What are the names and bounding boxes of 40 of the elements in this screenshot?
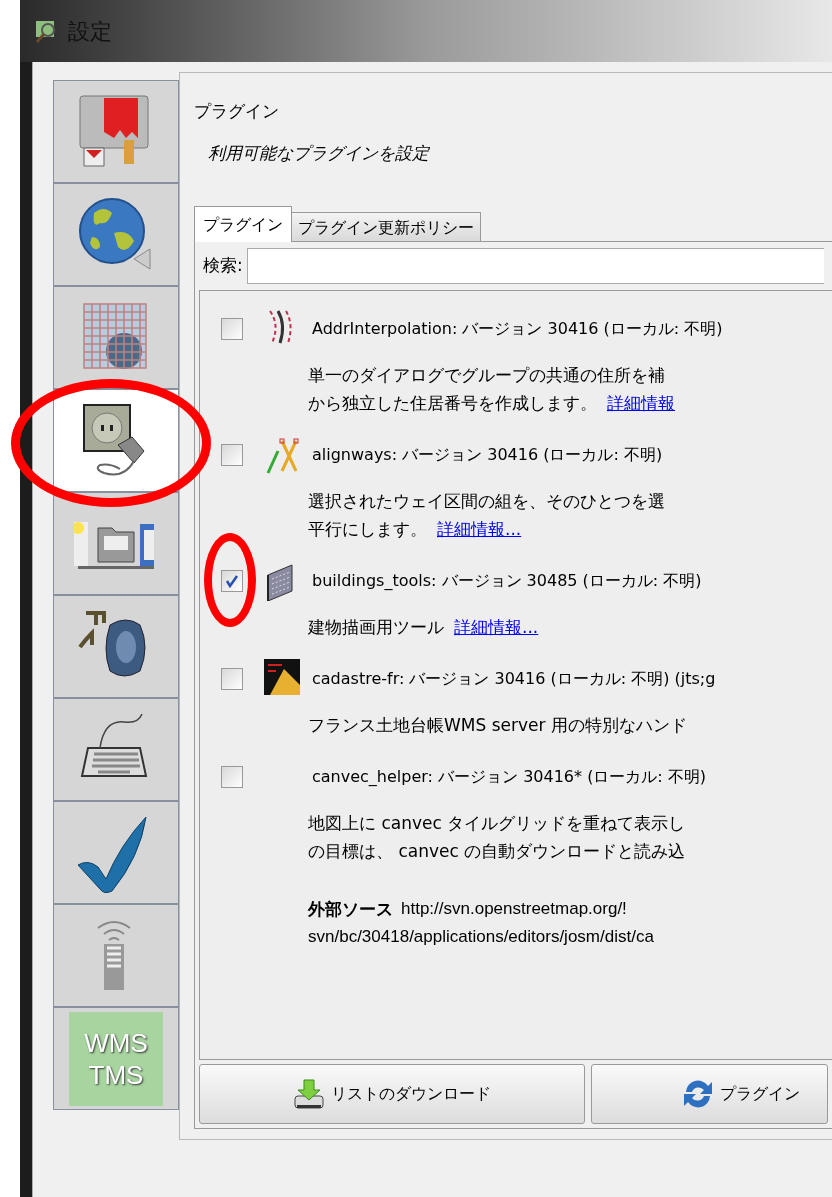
sidebar-item[interactable]	[53, 698, 179, 801]
plugin-title: buildings_tools: バージョン 30485 (ローカル: 不明)	[312, 570, 702, 592]
search-field[interactable]	[246, 248, 824, 284]
search-label: 検索:	[203, 254, 243, 278]
details-link[interactable]: 詳細情報...	[437, 515, 522, 543]
plugin-description: 建物描画用ツール	[308, 616, 444, 639]
plugin-title: cadastre-fr: バージョン 30416 (ローカル: 不明) (jts;g	[312, 668, 716, 690]
sidebar-item[interactable]	[53, 389, 179, 492]
checkbox[interactable]	[221, 570, 243, 592]
plugin-description: 平行にします。	[308, 518, 427, 541]
panel-title: プラグイン	[194, 100, 280, 123]
align-lines-icon	[264, 435, 300, 475]
plugin-title: alignways: バージョン 30416 (ローカル: 不明)	[312, 444, 663, 466]
icon-label: WMS	[84, 1026, 148, 1059]
source-label: 外部ソース	[308, 898, 393, 921]
plugin-description: フランス土地台帳WMS server 用の特別なハンド	[308, 714, 688, 737]
plugin-title: canvec_helper: バージョン 30416* (ローカル: 不明)	[312, 766, 707, 788]
refresh-icon	[682, 1078, 714, 1110]
plugin-description: 地図上に canvec タイルグリッドを重ねて表示し	[308, 812, 687, 835]
checkbox[interactable]	[221, 668, 243, 690]
plugin-description: 単一のダイアログでグループの共通の住所を補	[308, 364, 666, 387]
checkmark-icon	[225, 574, 239, 588]
plugin-description: 選択されたウェイ区間の組を、そのひとつを選	[308, 490, 666, 513]
checkbox[interactable]	[221, 444, 243, 466]
tab[interactable]: プラグイン更新ポリシー	[292, 212, 481, 242]
icon-label: TMS	[88, 1058, 144, 1091]
button[interactable]: リストのダウンロード	[199, 1064, 585, 1124]
source-url: svn/bc/30418/applications/editors/josm/dist/ca	[308, 926, 655, 948]
checkbox[interactable]	[221, 318, 243, 340]
panel-subtitle: 利用可能なプラグインを設定	[208, 141, 431, 165]
plugin-title: AddrInterpolation: バージョン 30416 (ローカル: 不明)	[312, 318, 723, 340]
plugin-description: から独立した住居番号を作成します。	[308, 392, 597, 415]
source-url: http://svn.openstreetmap.org/!	[401, 898, 627, 920]
download-icon	[293, 1078, 325, 1110]
details-link[interactable]: 詳細情報	[607, 389, 675, 417]
tab[interactable]: プラグイン	[194, 206, 292, 242]
plugin-description: の目標は、 canvec の自動ダウンロードと読み込	[308, 840, 687, 863]
button[interactable]: プラグイン	[591, 1064, 828, 1124]
checkbox[interactable]	[221, 766, 243, 788]
details-link[interactable]: 詳細情報...	[454, 613, 539, 641]
